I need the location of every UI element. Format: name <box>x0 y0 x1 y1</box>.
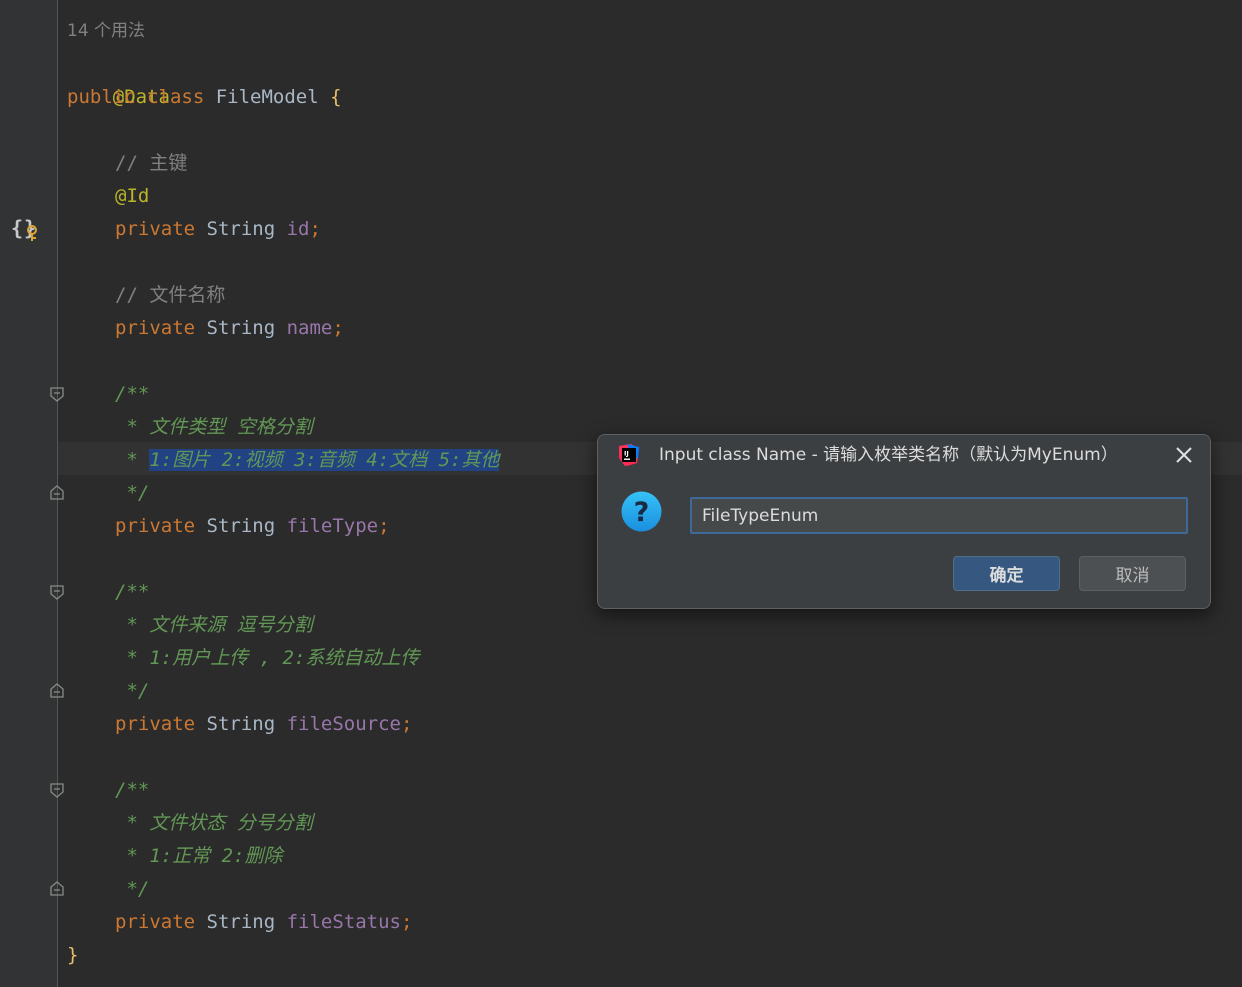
class-name-input[interactable] <box>690 497 1188 534</box>
code-line: private String fileStatus; <box>115 906 412 939</box>
line-comment: // 文件名称 <box>115 284 226 306</box>
doc-comment: /** <box>115 383 150 405</box>
brace: { <box>330 86 342 108</box>
semicolon: ; <box>400 713 413 735</box>
annotation: @Id <box>115 185 150 207</box>
field-name: fileSource <box>286 713 401 735</box>
ok-button[interactable]: 确定 <box>953 556 1060 591</box>
intellij-idea-icon: IJ <box>617 443 641 467</box>
keyword: private <box>115 713 207 735</box>
usages-hint[interactable]: 14 个用法 <box>67 15 145 48</box>
dialog-title: Input class Name - 请输入枚举类名称（默认为MyEnum） <box>659 445 1118 465</box>
svg-text:IJ: IJ <box>624 450 629 458</box>
doc-comment: * 文件来源 逗号分割 <box>115 614 313 636</box>
keyword: private <box>115 317 207 339</box>
field-name: name <box>286 317 333 339</box>
field-name: fileType <box>286 515 379 537</box>
implementation-key-icon[interactable]: { } <box>11 216 39 242</box>
semicolon: ; <box>400 911 413 933</box>
keyword: public class <box>67 86 216 108</box>
code-line: @Data <box>67 48 170 108</box>
type: String <box>206 218 287 240</box>
semicolon: ; <box>309 218 321 240</box>
selected-text[interactable]: 1:图片 2:视频 3:音频 4:文档 5:其他 <box>149 449 500 471</box>
closing-brace: } <box>67 944 79 966</box>
code-line: public class FileModel { <box>67 81 342 114</box>
svg-text:{: { <box>11 216 23 240</box>
type: String <box>206 713 287 735</box>
doc-comment: * 文件状态 分号分割 <box>115 812 313 834</box>
doc-comment: /** <box>115 581 150 603</box>
doc-comment: * 1:图片 2:视频 3:音频 4:文档 5:其他 <box>115 444 500 477</box>
doc-comment: * 文件类型 空格分割 <box>115 416 313 438</box>
doc-comment: * 1:正常 2:删除 <box>115 845 283 867</box>
class-name: FileModel <box>215 86 331 108</box>
semicolon: ; <box>378 515 390 537</box>
doc-comment: * 1:用户上传 , 2:系统自动上传 <box>115 647 420 669</box>
doc-comment: /** <box>115 779 150 801</box>
type: String <box>206 911 287 933</box>
code-line: private String fileType; <box>115 510 390 543</box>
code-line: private String id; <box>115 213 321 246</box>
code-line: private String fileSource; <box>115 708 412 741</box>
code-line: private String name; <box>115 312 344 345</box>
question-icon: ? <box>620 490 663 533</box>
keyword: private <box>115 218 207 240</box>
keyword: private <box>115 911 207 933</box>
line-comment: // 主键 <box>115 152 188 174</box>
keyword: private <box>115 515 207 537</box>
field-name: id <box>286 218 310 240</box>
type: String <box>206 317 287 339</box>
close-icon[interactable] <box>1172 443 1196 467</box>
field-name: fileStatus <box>286 911 401 933</box>
svg-text:?: ? <box>634 497 650 528</box>
input-class-name-dialog: IJ Input class Name - 请输入枚举类名称（默认为MyEnum… <box>597 434 1211 609</box>
doc-comment: */ <box>115 878 150 900</box>
doc-comment: */ <box>115 680 150 702</box>
cancel-button[interactable]: 取消 <box>1079 556 1186 591</box>
doc-comment: */ <box>115 482 150 504</box>
doc-prefix: * <box>115 449 150 471</box>
semicolon: ; <box>332 317 344 339</box>
type: String <box>206 515 287 537</box>
